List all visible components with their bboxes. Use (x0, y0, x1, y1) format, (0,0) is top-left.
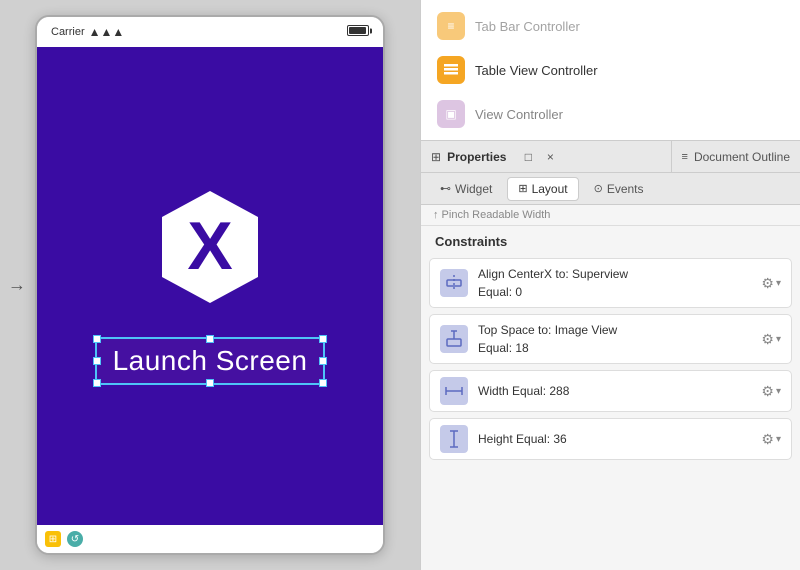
wifi-icon: ▲▲▲ (89, 25, 125, 39)
bottom-bar: ⊞ ↺ (37, 525, 383, 553)
constraint-gear-2[interactable]: ⚙ ▾ (761, 383, 781, 400)
tab-widget[interactable]: ⊷ Widget (429, 177, 503, 201)
close-btn[interactable]: × (542, 149, 558, 165)
handle-ml (93, 357, 101, 365)
constraint-top-space: Top Space to: Image View Equal: 18 ⚙ ▾ (429, 314, 792, 364)
constraint-top-space-text: Top Space to: Image View Equal: 18 (478, 321, 751, 357)
constraint-align-centerx-text: Align CenterX to: Superview Equal: 0 (478, 265, 751, 301)
tab-layout-label: Layout (532, 182, 568, 196)
tab-layout[interactable]: ⊞ Layout (507, 177, 578, 201)
list-item[interactable]: ≡ Tab Bar Controller (421, 4, 800, 48)
constraint-align-centerx: Align CenterX to: Superview Equal: 0 ⚙ ▾ (429, 258, 792, 308)
constraint-width-text: Width Equal: 288 (478, 382, 751, 400)
view-controller-icon: ▣ (437, 100, 465, 128)
handle-tc (206, 335, 214, 343)
tab-bar-icon: ≡ (437, 12, 465, 40)
table-view-icon (437, 56, 465, 84)
gear-icon[interactable]: ⚙ (761, 383, 774, 400)
widget-tab-icon: ⊷ (440, 182, 451, 195)
handle-tr (319, 335, 327, 343)
gear-icon[interactable]: ⚙ (761, 431, 774, 448)
document-outline-icon: ≡ (682, 151, 688, 163)
list-item-label: View Controller (475, 107, 563, 122)
scroll-hint: ↑ Pinch Readable Width (421, 205, 800, 226)
handle-bc (206, 379, 214, 387)
height-icon (440, 425, 468, 453)
handle-bl (93, 379, 101, 387)
chevron-down-icon[interactable]: ▾ (776, 278, 781, 289)
launch-screen-selection: Launch Screen (95, 337, 326, 385)
xamarin-logo: X (150, 187, 270, 307)
launch-screen-label: Launch Screen (113, 345, 308, 376)
handle-tl (93, 335, 101, 343)
constraint-gear-1[interactable]: ⚙ ▾ (761, 331, 781, 348)
properties-panel: ⊞ Properties □ × ≡ Document Outline ⊷ Wi… (421, 141, 800, 570)
handle-br (319, 379, 327, 387)
panel-header-left: ⊞ Properties □ × (421, 141, 672, 172)
status-bar: Carrier ▲▲▲ (37, 17, 383, 47)
list-item[interactable]: ▣ View Controller (421, 92, 800, 136)
properties-title: Properties (447, 150, 506, 164)
carrier-label: Carrier ▲▲▲ (51, 25, 124, 39)
arrow-icon: → (8, 275, 26, 296)
launch-screen-container[interactable]: Launch Screen (95, 337, 326, 385)
list-item-label: Table View Controller (475, 63, 598, 78)
phone-content: X Launch Screen (37, 47, 383, 525)
layout-tab-icon: ⊞ (518, 182, 527, 195)
constraint-height-text: Height Equal: 36 (478, 430, 751, 448)
tab-events-label: Events (607, 182, 644, 196)
panel-header-right: ≡ Document Outline (672, 141, 800, 172)
list-item-label: Tab Bar Controller (475, 19, 580, 34)
phone-frame: Carrier ▲▲▲ X (35, 15, 385, 555)
constraint-gear-0[interactable]: ⚙ ▾ (761, 275, 781, 292)
minimize-btn[interactable]: □ (520, 149, 536, 165)
svg-text:X: X (187, 208, 232, 284)
bottom-icon-refresh[interactable]: ↺ (67, 531, 83, 547)
events-tab-icon: ⊙ (594, 182, 603, 195)
tab-widget-label: Widget (455, 182, 492, 196)
simulator-area: → Carrier ▲▲▲ X (0, 0, 420, 570)
tab-events[interactable]: ⊙ Events (583, 177, 655, 201)
align-centerx-icon (440, 269, 468, 297)
gear-icon[interactable]: ⚙ (761, 275, 774, 292)
top-space-icon (440, 325, 468, 353)
panel-header: ⊞ Properties □ × ≡ Document Outline (421, 141, 800, 173)
constraint-width: Width Equal: 288 ⚙ ▾ (429, 370, 792, 412)
chevron-down-icon[interactable]: ▾ (776, 334, 781, 345)
document-outline-label[interactable]: Document Outline (694, 150, 790, 164)
bottom-icon-grid[interactable]: ⊞ (45, 531, 61, 547)
chevron-down-icon[interactable]: ▾ (776, 386, 781, 397)
constraint-height: Height Equal: 36 ⚙ ▾ (429, 418, 792, 460)
tabs-bar: ⊷ Widget ⊞ Layout ⊙ Events (421, 173, 800, 205)
list-item[interactable]: Table View Controller (421, 48, 800, 92)
gear-icon[interactable]: ⚙ (761, 331, 774, 348)
right-panel: ≡ Tab Bar Controller Table View Controll… (420, 0, 800, 570)
properties-icon: ⊞ (431, 150, 441, 164)
constraint-gear-3[interactable]: ⚙ ▾ (761, 431, 781, 448)
constraints-section-title: Constraints (421, 226, 800, 255)
width-icon (440, 377, 468, 405)
component-list: ≡ Tab Bar Controller Table View Controll… (421, 0, 800, 141)
handle-mr (319, 357, 327, 365)
chevron-down-icon[interactable]: ▾ (776, 434, 781, 445)
battery-status (347, 25, 369, 39)
